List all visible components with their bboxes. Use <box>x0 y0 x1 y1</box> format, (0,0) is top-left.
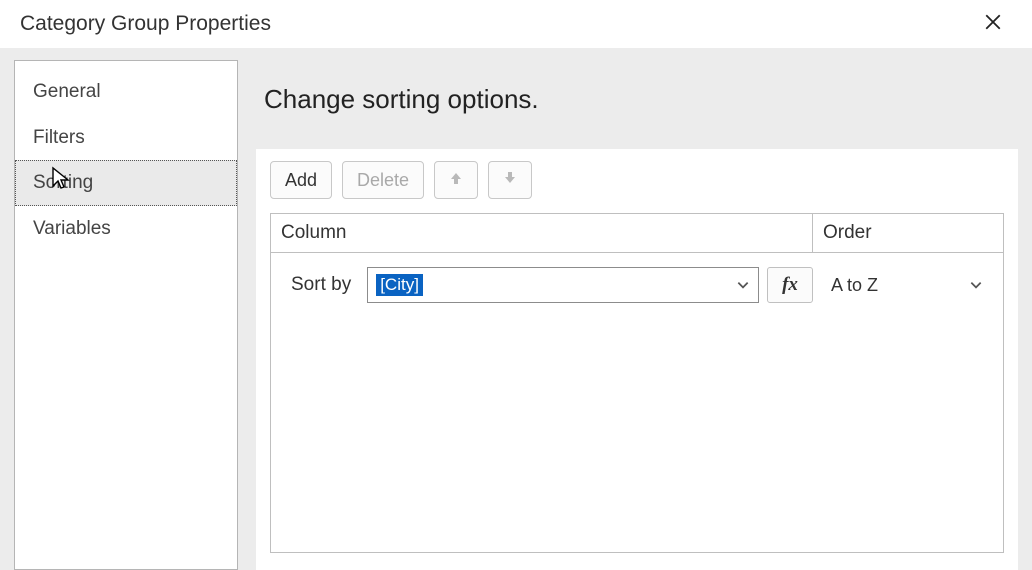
titlebar: Category Group Properties <box>0 0 1032 48</box>
arrow-up-icon <box>448 170 464 191</box>
sidebar-item-label: General <box>33 81 101 102</box>
sort-toolbar: Add Delete <box>270 161 1004 199</box>
dialog-body: General Filters Sorting Variables Change… <box>0 48 1032 570</box>
grid-header-order: Order <box>813 214 1003 252</box>
sort-order-combobox[interactable]: A to Z <box>821 267 991 303</box>
sidebar-nav: General Filters Sorting Variables <box>14 60 238 570</box>
sidebar-item-variables[interactable]: Variables <box>15 206 237 252</box>
sidebar-item-general[interactable]: General <box>15 69 237 115</box>
add-button[interactable]: Add <box>270 161 332 199</box>
expression-builder-button[interactable]: fx <box>767 267 813 303</box>
move-up-button[interactable] <box>434 161 478 199</box>
sort-expression-value: [City] <box>376 274 423 296</box>
delete-button[interactable]: Delete <box>342 161 424 199</box>
sidebar-item-filters[interactable]: Filters <box>15 115 237 161</box>
sidebar-item-label: Sorting <box>33 172 93 193</box>
close-icon <box>984 13 1002 36</box>
grid-header-row: Column Order <box>271 214 1003 253</box>
grid-header-column: Column <box>271 214 813 252</box>
sort-by-label: Sort by <box>291 274 351 296</box>
sort-order-value: A to Z <box>831 275 878 296</box>
main-panel: Change sorting options. Add Delete <box>256 60 1018 570</box>
sorting-panel: Add Delete Column <box>256 149 1018 570</box>
chevron-down-icon <box>736 278 750 292</box>
fx-icon: fx <box>782 274 798 296</box>
sidebar-item-sorting[interactable]: Sorting <box>15 160 237 206</box>
arrow-down-icon <box>502 170 518 191</box>
sidebar-item-label: Variables <box>33 218 111 239</box>
dialog-window: Category Group Properties General Filter… <box>0 0 1032 570</box>
close-button[interactable] <box>972 3 1014 45</box>
sidebar-item-label: Filters <box>33 127 85 148</box>
window-title: Category Group Properties <box>20 12 972 36</box>
move-down-button[interactable] <box>488 161 532 199</box>
sort-grid: Column Order Sort by [City] fx <box>270 213 1004 553</box>
sort-row: Sort by [City] fx A to Z <box>271 253 1003 313</box>
chevron-down-icon <box>969 278 983 292</box>
page-heading: Change sorting options. <box>256 60 1018 149</box>
sort-expression-combobox[interactable]: [City] <box>367 267 759 303</box>
